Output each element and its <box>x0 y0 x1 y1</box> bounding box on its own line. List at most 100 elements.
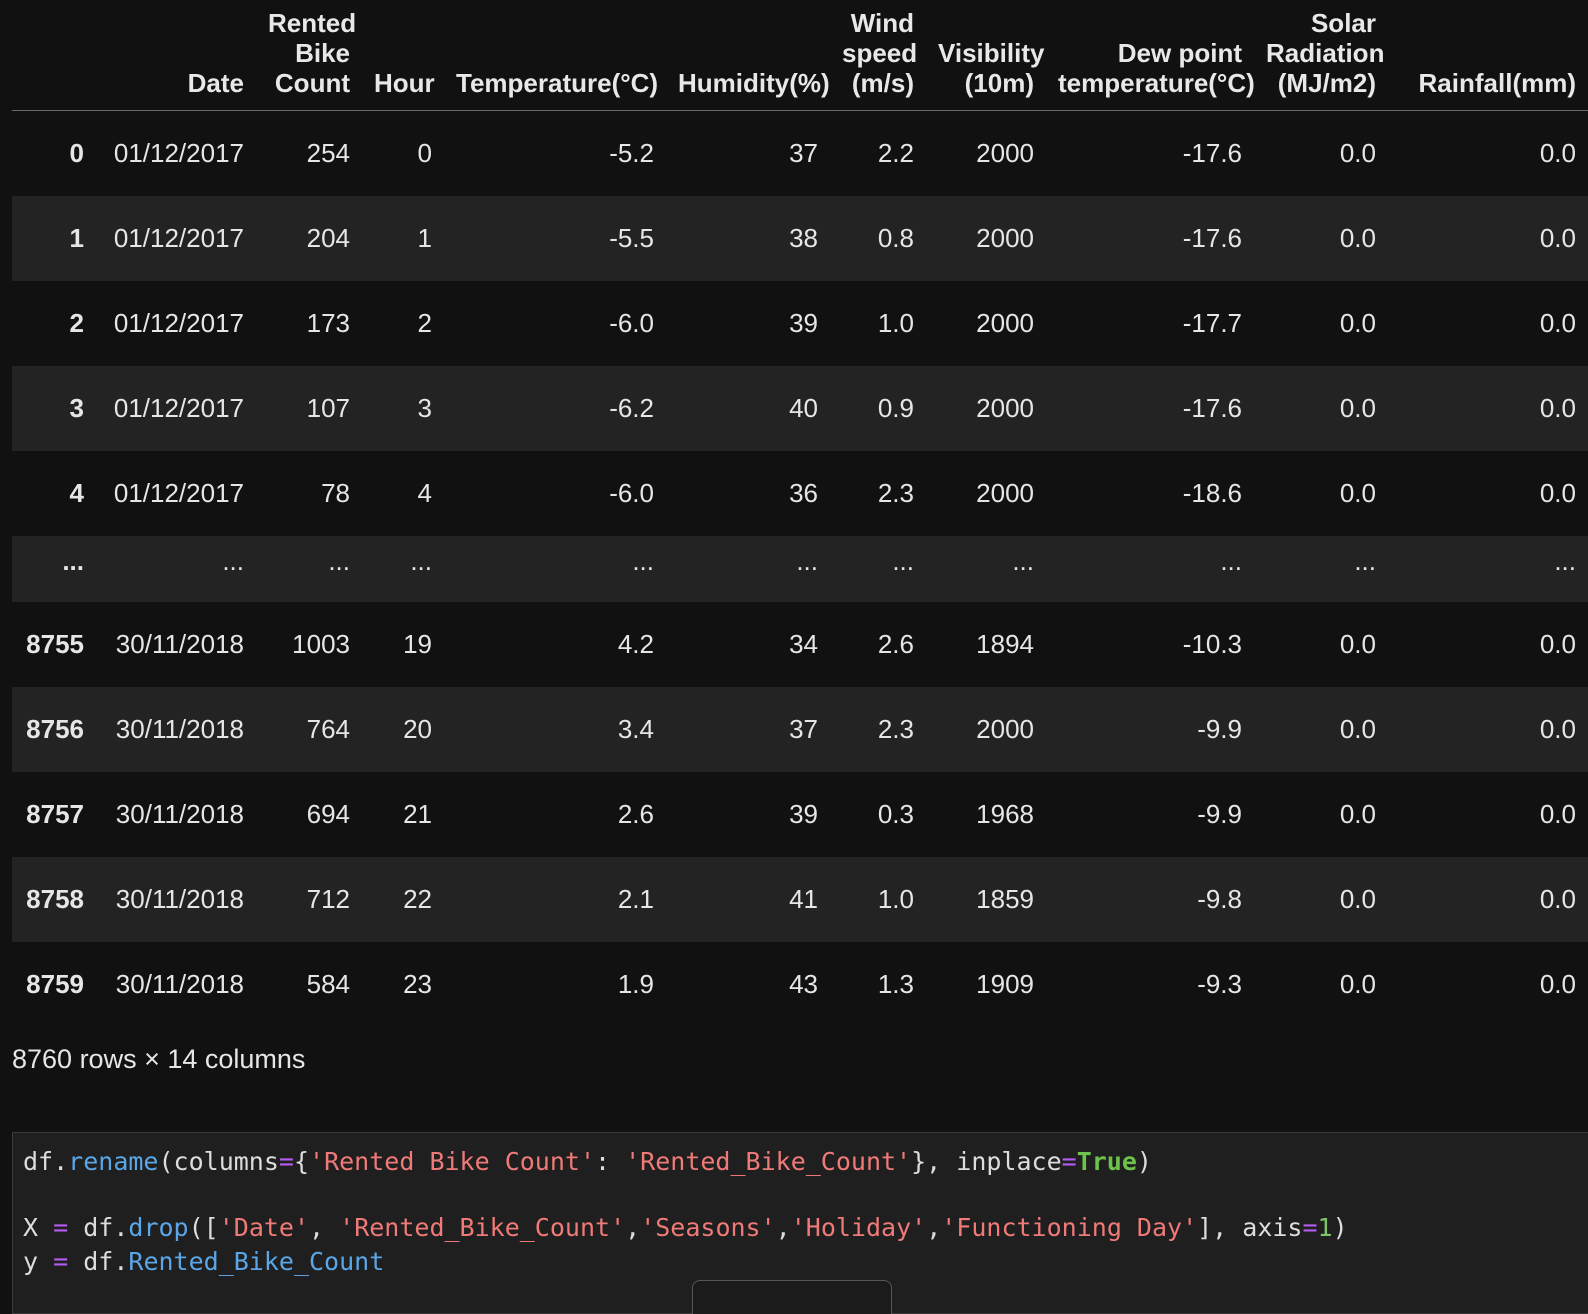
code-token: 1 <box>1317 1213 1333 1242</box>
table-cell: 694 <box>306 799 350 829</box>
table-cell: 1003 <box>292 629 350 659</box>
table-cell: -6.0 <box>609 308 654 338</box>
header-row: Date Rented Bike Count Hour Temperature(°C) Hu… <box>12 0 1588 111</box>
row-index: 2 <box>69 308 84 338</box>
table-cell: -9.9 <box>1197 714 1242 744</box>
row-index: 8758 <box>26 884 84 914</box>
table-cell: 01/12/2017 <box>113 223 244 253</box>
table-row: 3 01/12/2017 107 3 -6.2 40 0.9 2000 -17.6 0.0 0.0 <box>12 366 1588 451</box>
table-cell: 22 <box>403 884 432 914</box>
table-cell: 01/12/2017 <box>113 308 244 338</box>
row-index: 3 <box>69 393 84 423</box>
table-cell: 1 <box>417 223 432 253</box>
table-cell: ... <box>632 546 654 576</box>
table-cell: 0.0 <box>1539 393 1576 423</box>
table-cell: 1.0 <box>877 884 914 914</box>
table-cell: 0.0 <box>1339 393 1376 423</box>
table-cell: 0.0 <box>1339 714 1376 744</box>
table-cell: 0.0 <box>1539 223 1576 253</box>
table-cell: 01/12/2017 <box>113 478 244 508</box>
table-cell: 0.0 <box>1539 308 1576 338</box>
table-cell: 21 <box>403 799 432 829</box>
table-cell: 2 <box>417 308 432 338</box>
code-token: 'Seasons' <box>640 1213 776 1242</box>
code-token: . <box>113 1247 129 1276</box>
table-cell: 204 <box>306 223 350 253</box>
table-cell: -5.5 <box>609 223 654 253</box>
code-token: df <box>68 1213 114 1242</box>
table-cell: 2.3 <box>877 478 914 508</box>
code-token: = <box>53 1213 69 1242</box>
table-cell: ... <box>328 546 350 576</box>
code-token: . <box>53 1147 69 1176</box>
table-cell: 0.0 <box>1339 223 1376 253</box>
table-cell: 23 <box>403 969 432 999</box>
table-cell: 0.0 <box>1339 478 1376 508</box>
dataframe-shape-label: 8760 rows × 14 columns <box>12 1044 306 1074</box>
code-token: (columns <box>158 1147 279 1176</box>
column-header: Dew point temperature(°C) <box>1046 0 1255 111</box>
code-token: 'Rented_Bike_Count' <box>339 1213 626 1242</box>
table-cell: 0.9 <box>877 393 914 423</box>
table-cell: 0.0 <box>1539 884 1576 914</box>
row-index: 8756 <box>26 714 84 744</box>
table-cell: 30/11/2018 <box>115 884 244 914</box>
table-cell: 0.0 <box>1539 799 1576 829</box>
column-header: Humidity(%) <box>666 0 830 111</box>
code-token: , <box>625 1213 641 1242</box>
row-index: 8755 <box>26 629 84 659</box>
table-row: 0 01/12/2017 254 0 -5.2 37 2.2 2000 -17.6 0.0 0.0 <box>12 110 1588 196</box>
table-cell: ... <box>1012 546 1034 576</box>
row-index: 4 <box>69 478 84 508</box>
table-cell: ... <box>1220 546 1242 576</box>
table-cell: 0.3 <box>877 799 914 829</box>
table-cell: -9.3 <box>1197 969 1242 999</box>
code-token: y <box>23 1247 54 1276</box>
table-cell: 38 <box>789 223 818 253</box>
column-header: Rainfall(mm) <box>1388 0 1588 111</box>
table-cell: 1968 <box>976 799 1034 829</box>
table-cell: 712 <box>306 884 350 914</box>
table-cell: ... <box>222 546 244 576</box>
table-cell: 43 <box>789 969 818 999</box>
code-token: rename <box>68 1147 159 1176</box>
table-cell: 40 <box>789 393 818 423</box>
table-cell: 78 <box>321 478 350 508</box>
table-row: 8757 30/11/2018 694 21 2.6 39 0.3 1968 -9.9 0.0 0.… <box>12 772 1588 857</box>
table-cell: 0.0 <box>1539 969 1576 999</box>
table-cell: 1909 <box>976 969 1034 999</box>
table-cell: -17.6 <box>1182 223 1242 253</box>
table-cell: 2000 <box>976 393 1034 423</box>
table-cell: 37 <box>789 714 818 744</box>
table-cell: 254 <box>306 138 350 168</box>
row-index: 0 <box>69 138 84 168</box>
table-header: Date Rented Bike Count Hour Temperature(°C) Hu… <box>12 0 1588 111</box>
table-cell: 30/11/2018 <box>115 629 244 659</box>
table-cell: 2000 <box>976 714 1034 744</box>
code-token: ) <box>1332 1213 1348 1242</box>
code-line: X = df.drop(['Date', 'Rented_Bike_Count'… <box>23 1211 1578 1245</box>
column-header: Temperature(°C) <box>444 0 666 111</box>
table-cell: -5.2 <box>609 138 654 168</box>
table-cell: 19 <box>403 629 432 659</box>
ellipsis-row: ................................. <box>12 536 1588 602</box>
table-cell: 41 <box>789 884 818 914</box>
table-row: 8755 30/11/2018 1003 19 4.2 34 2.6 1894 -10.3 0.0… <box>12 602 1588 687</box>
code-token: Rented_Bike_Count <box>128 1247 385 1276</box>
column-header: Rented Bike Count <box>256 0 362 111</box>
table-cell: 30/11/2018 <box>115 714 244 744</box>
code-token: = <box>53 1247 69 1276</box>
table-cell: 2000 <box>976 223 1034 253</box>
table-cell: 2.6 <box>617 799 654 829</box>
code-token: : <box>595 1147 626 1176</box>
table-body: 0 01/12/2017 254 0 -5.2 37 2.2 2000 -17.6 0.0 0.0 1… <box>12 110 1588 1027</box>
table-cell: 1894 <box>976 629 1034 659</box>
table-cell: -6.0 <box>609 478 654 508</box>
table-cell: 2.1 <box>617 884 654 914</box>
table-row: 1 01/12/2017 204 1 -5.5 38 0.8 2000 -17.6 0.0 0.0 <box>12 196 1588 281</box>
table-cell: 1.9 <box>617 969 654 999</box>
table-cell: 37 <box>789 138 818 168</box>
scroll-handle[interactable] <box>692 1280 892 1314</box>
code-token: 'Holiday' <box>790 1213 927 1242</box>
